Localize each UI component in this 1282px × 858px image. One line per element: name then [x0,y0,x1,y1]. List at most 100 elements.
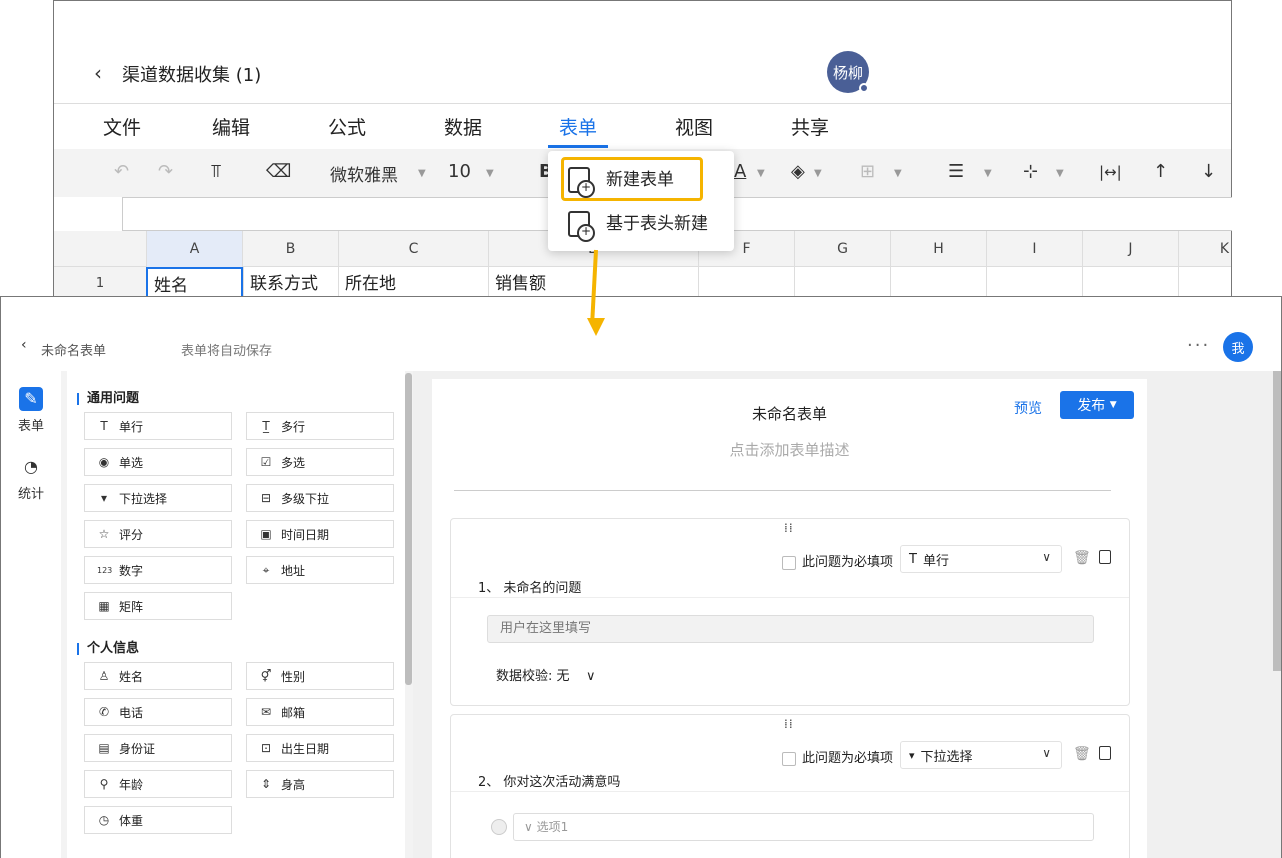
chevron-down-icon[interactable]: ▼ [418,168,426,179]
back-icon[interactable]: ‹ [94,61,102,85]
menu-view[interactable]: 视图 [675,113,713,140]
widget-age[interactable]: ⚲ 年龄 [84,770,232,798]
drag-handle-icon[interactable]: ⁞⁞ [784,717,794,731]
column-header-cell[interactable]: G [794,231,890,267]
menu-data[interactable]: 数据 [444,113,482,140]
widget-label: 单选 [119,455,144,470]
widget-datetime[interactable]: ▣ 时间日期 [246,520,394,548]
question-card[interactable]: ⁞⁞ 此问题为必填项 ▾ 下拉选择 ∨ 🗑 2、 你对这次活动满意吗 ∨ 选项1 [450,714,1130,858]
widget-label: 多选 [281,455,306,470]
redo-icon[interactable]: ↷ [158,161,173,182]
copy-icon[interactable] [1099,550,1111,564]
align-icon[interactable]: ☰ [948,161,964,182]
widget-multi-line[interactable]: T̲ 多行 [246,412,394,440]
column-header-cell[interactable]: J [1082,231,1178,267]
menu-formula[interactable]: 公式 [328,113,366,140]
widget-dropdown[interactable]: ▾ 下拉选择 [84,484,232,512]
question-type-select[interactable]: ▾ 下拉选择 ∨ [900,741,1062,769]
widget-single-choice[interactable]: ◉ 单选 [84,448,232,476]
copy-icon[interactable] [1099,746,1111,760]
chevron-down-icon[interactable]: ▼ [757,168,765,179]
back-icon[interactable]: ‹ [21,337,27,353]
sort-descending-icon[interactable]: ↓ [1201,161,1216,182]
nav-item-stats[interactable]: ◔ 统计 [1,455,61,502]
wrap-icon[interactable]: |↔| [1099,163,1122,181]
question-text[interactable]: 1、 未命名的问题 [478,577,581,596]
required-toggle[interactable]: 此问题为必填项 [782,747,893,766]
widget-weight[interactable]: ◷ 体重 [84,806,232,834]
question-type-select[interactable]: T 单行 ∨ [900,545,1062,573]
validation-select[interactable]: 数据校验: 无 ∨ [496,665,596,684]
publish-button[interactable]: 发布 ▼ [1060,391,1134,419]
menu-share[interactable]: 共享 [791,113,829,140]
widget-birthdate[interactable]: ⊡ 出生日期 [246,734,394,762]
scale-icon: ◷ [98,813,110,827]
widget-name[interactable]: ♙ 姓名 [84,662,232,690]
column-header-cell[interactable]: I [986,231,1082,267]
select-all-corner[interactable] [54,231,146,267]
sheet-titlebar: ‹ 渠道数据收集 (1) 杨柳 [54,1,1231,104]
menu-file[interactable]: 文件 [103,113,141,140]
chevron-down-icon[interactable]: ▼ [894,168,902,179]
nav-item-form[interactable]: ✎ 表单 [1,387,61,434]
online-status-dot [859,83,869,93]
new-form-menu-item[interactable]: 新建表单 [568,165,674,198]
answer-input[interactable]: 用户在这里填写 [487,615,1094,643]
trash-icon[interactable]: 🗑 [1073,746,1091,762]
form-description[interactable]: 点击添加表单描述 [432,439,1147,460]
column-header-cell[interactable]: K [1178,231,1231,267]
column-header-cell[interactable]: B [242,231,338,267]
widget-address[interactable]: ⌖ 地址 [246,556,394,584]
font-family-select[interactable]: 微软雅黑 [330,161,398,186]
font-color-icon[interactable]: A [734,161,746,182]
new-from-header-menu-item[interactable]: 基于表头新建 [568,209,708,242]
chevron-down-icon: ∨ [1042,746,1051,760]
widget-gender[interactable]: ⚥ 性别 [246,662,394,690]
format-painter-icon[interactable]: ⫪ [211,161,221,182]
more-icon[interactable]: ··· [1187,335,1210,356]
menu-edit[interactable]: 编辑 [212,113,250,140]
column-header-cell[interactable]: H [890,231,986,267]
widget-number[interactable]: 123 数字 [84,556,232,584]
question-card[interactable]: ⁞⁞ 此问题为必填项 T 单行 ∨ 🗑 1、 未命名的问题 用户在这里填写 数据校验… [450,518,1130,706]
preview-link[interactable]: 预览 [1014,398,1042,418]
chevron-down-icon[interactable]: ▼ [1056,168,1064,179]
widget-multi-choice[interactable]: ☑ 多选 [246,448,394,476]
chevron-down-icon[interactable]: ▼ [486,168,494,179]
widget-height[interactable]: ⇕ 身高 [246,770,394,798]
undo-icon[interactable]: ↶ [114,161,129,182]
fill-color-icon[interactable]: ◈ [791,161,805,182]
widget-email[interactable]: ✉ 邮箱 [246,698,394,726]
chevron-down-icon[interactable]: ▼ [984,168,992,179]
required-toggle[interactable]: 此问题为必填项 [782,551,893,570]
font-size-select[interactable]: 10 [448,161,471,182]
question-type-label: 单行 [922,553,949,569]
widget-rating[interactable]: ☆ 评分 [84,520,232,548]
trash-icon[interactable]: 🗑 [1073,550,1091,566]
nav-item-label: 表单 [17,419,44,434]
vertical-align-icon[interactable]: ⊹ [1023,161,1038,182]
sort-ascending-icon[interactable]: ↑ [1153,161,1168,182]
column-header-cell[interactable]: A [146,231,242,267]
widget-panel-scrollbar[interactable] [405,373,412,685]
checkbox[interactable] [782,751,796,766]
widget-cascade-dropdown[interactable]: ⊟ 多级下拉 [246,484,394,512]
menu-form[interactable]: 表单 [559,113,597,140]
checkbox[interactable] [782,555,796,570]
column-header-cell[interactable]: C [338,231,488,267]
avatar[interactable]: 我 [1223,332,1253,362]
drag-handle-icon[interactable]: ⁞⁞ [784,521,794,535]
widget-id-card[interactable]: ▤ 身份证 [84,734,232,762]
widget-matrix[interactable]: ▦ 矩阵 [84,592,232,620]
chevron-down-icon[interactable]: ▼ [814,168,822,179]
border-icon[interactable]: ⊞ [860,161,875,182]
question-text[interactable]: 2、 你对这次活动满意吗 [478,771,620,790]
option-input[interactable]: ∨ 选项1 [513,813,1094,841]
widget-single-line[interactable]: T 单行 [84,412,232,440]
widget-phone[interactable]: ✆ 电话 [84,698,232,726]
canvas-scrollbar[interactable] [1273,371,1281,671]
eraser-icon[interactable]: ⌫ [266,161,291,182]
form-menu-dropdown: 新建表单 基于表头新建 [548,151,734,251]
form-name[interactable]: 未命名表单 [41,340,106,359]
height-icon: ⇕ [260,777,272,791]
